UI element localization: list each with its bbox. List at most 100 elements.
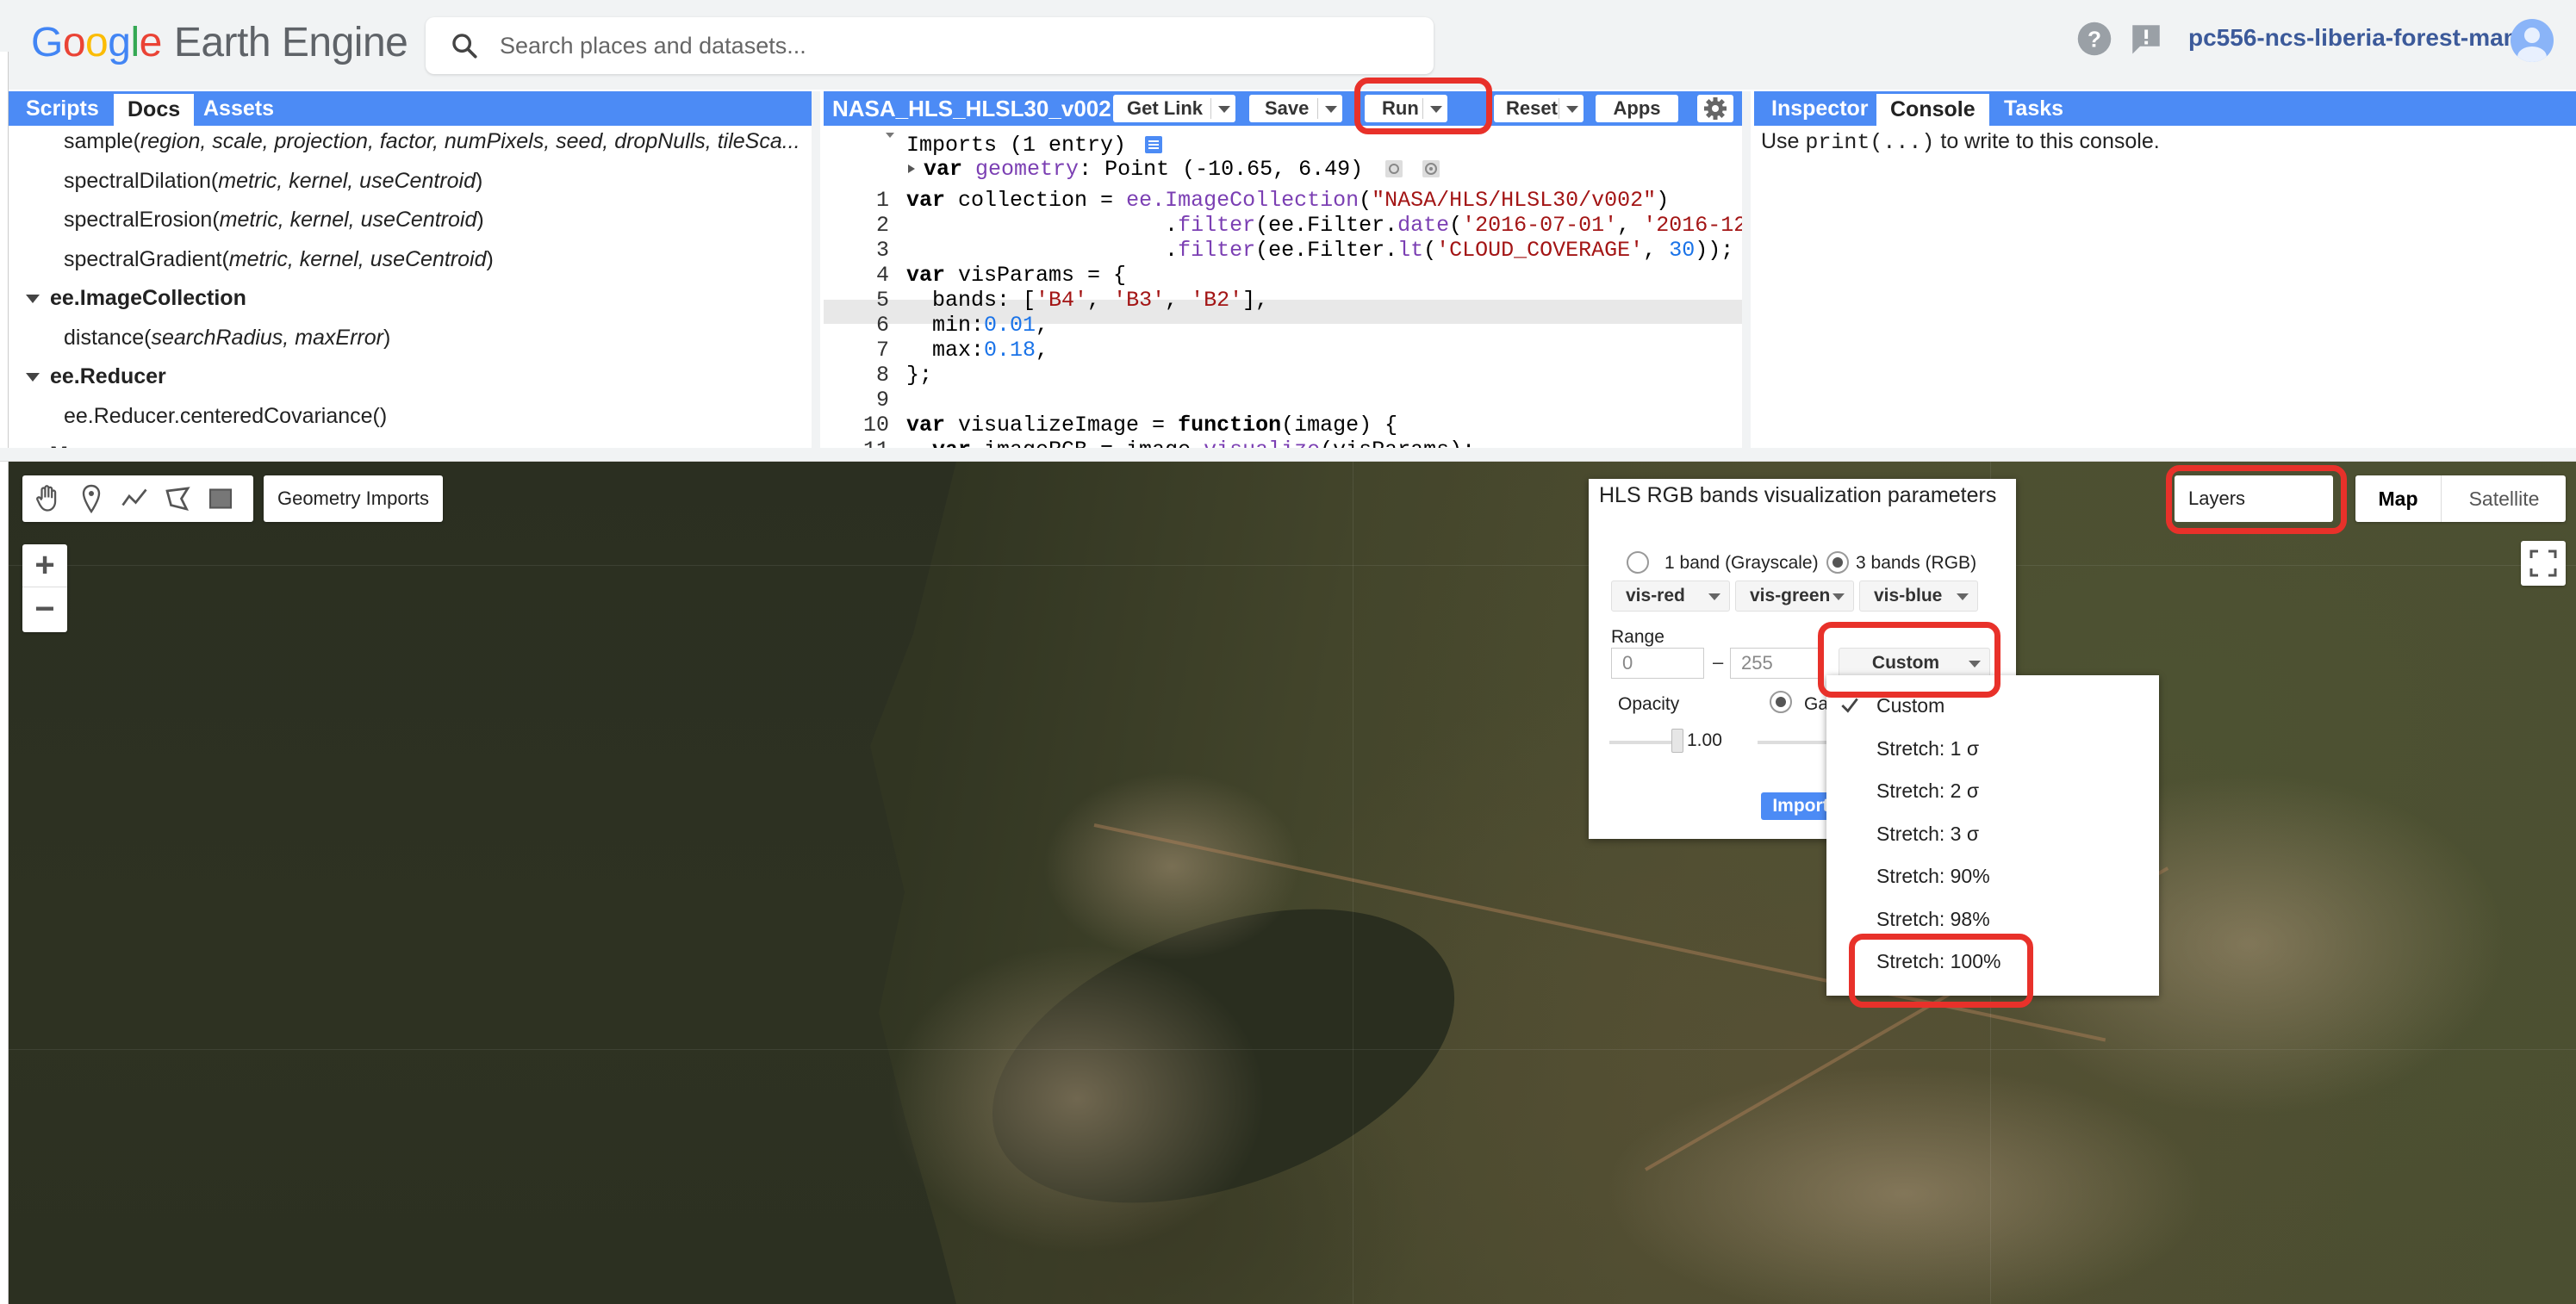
left-panel-tabs: Scripts Docs Assets — [9, 91, 812, 126]
get-link-button[interactable]: Get Link — [1113, 95, 1235, 122]
polygon-icon[interactable] — [162, 483, 193, 514]
zoom-in-button[interactable]: + — [22, 544, 67, 587]
docs-section-header[interactable]: ee.ImageCollection — [26, 286, 246, 311]
earth-engine-logo[interactable]: Google Earth Engine — [31, 17, 408, 69]
collapse-arrow-icon[interactable] — [884, 129, 896, 141]
range-option[interactable]: Stretch: 3 σ — [1826, 812, 2159, 855]
zoom-out-button[interactable]: − — [22, 588, 67, 631]
code-line-8[interactable]: }; — [906, 363, 932, 388]
marker-icon[interactable] — [76, 483, 107, 514]
rectangle-icon[interactable] — [205, 483, 236, 514]
range-option[interactable]: Stretch: 90% — [1826, 854, 2159, 897]
grayscale-radio[interactable] — [1627, 551, 1649, 574]
hand-icon[interactable] — [33, 483, 64, 514]
get-link-label: Get Link — [1127, 97, 1204, 119]
imports-header[interactable]: Imports (1 entry) — [906, 133, 1163, 158]
rgb-radio[interactable] — [1826, 551, 1849, 574]
docs-method-item[interactable]: spectralErosion(metric, kernel, useCentr… — [64, 208, 484, 233]
code-line-7[interactable]: max:0.18, — [906, 338, 1048, 363]
geometry-imports-button[interactable]: Geometry Imports — [264, 475, 443, 522]
opacity-slider-thumb[interactable] — [1671, 729, 1683, 753]
docs-method-item[interactable]: sample(region, scale, projection, factor… — [64, 129, 800, 154]
chevron-down-icon[interactable] — [1430, 106, 1442, 113]
save-label: Save — [1265, 97, 1310, 119]
range-option[interactable]: Custom — [1826, 684, 2159, 727]
line-icon[interactable] — [119, 483, 150, 514]
range-max-input[interactable]: 255 — [1730, 648, 1823, 679]
chevron-down-icon[interactable] — [1218, 106, 1230, 113]
gamma-label: Ga — [1804, 694, 1829, 714]
logo-product-text: Earth Engine — [173, 20, 408, 65]
imports-list-icon[interactable] — [1144, 135, 1163, 154]
avatar[interactable] — [2511, 19, 2554, 62]
gamma-slider-track[interactable] — [1758, 741, 1826, 744]
tab-tasks[interactable]: Tasks — [1990, 91, 2077, 126]
range-mode-select[interactable]: Custom — [1839, 648, 1990, 679]
range-option[interactable]: Stretch: 98% — [1826, 897, 2159, 941]
geometry-settings-icon[interactable] — [1384, 159, 1403, 178]
band-blue-select[interactable]: vis-blue — [1859, 581, 1978, 612]
code-line-5[interactable]: bands: ['B4', 'B3', 'B2'], — [906, 288, 1268, 313]
reset-label: Reset — [1506, 97, 1558, 119]
tab-assets[interactable]: Assets — [190, 91, 288, 126]
expand-arrow-icon[interactable] — [906, 163, 917, 175]
search-box[interactable] — [426, 17, 1434, 74]
map-type-map-button[interactable]: Map — [2355, 475, 2442, 522]
save-button[interactable]: Save — [1249, 95, 1342, 122]
vis-dialog-title: HLS RGB bands visualization parameters — [1599, 483, 1997, 507]
geometry-import-line[interactable]: var geometry: Point (-10.65, 6.49) — [906, 157, 1440, 182]
code-line-3[interactable]: .filter(ee.Filter.lt('CLOUD_COVERAGE', 3… — [906, 238, 1733, 263]
band-green-select[interactable]: vis-green — [1735, 581, 1854, 612]
tab-docs[interactable]: Docs — [114, 91, 195, 126]
right-splitter[interactable] — [1742, 91, 1751, 448]
gear-icon — [1704, 97, 1727, 120]
docs-section-header[interactable]: ee.Reducer — [26, 364, 166, 389]
code-editor[interactable]: Imports (1 entry) var geometry: Point (-… — [824, 129, 1742, 448]
docs-method-item[interactable]: ee.Reducer.centeredCovariance() — [64, 404, 387, 429]
range-option[interactable]: Stretch: 100% — [1826, 940, 2159, 983]
help-icon[interactable]: ? — [2076, 21, 2112, 57]
tab-console[interactable]: Console — [1876, 91, 1989, 126]
range-option-label: Stretch: 90% — [1876, 865, 1990, 887]
settings-button[interactable] — [1697, 95, 1733, 122]
code-line-11[interactable]: var imageRGB = image.visualize(visParams… — [906, 438, 1475, 448]
project-name[interactable]: pc556-ncs-liberia-forest-mang — [2188, 24, 2533, 52]
fullscreen-button[interactable] — [2521, 541, 2566, 586]
feedback-icon[interactable] — [2128, 21, 2164, 57]
range-option[interactable]: Stretch: 1 σ — [1826, 727, 2159, 770]
docs-method-item[interactable]: spectralDilation(metric, kernel, useCent… — [64, 169, 482, 194]
code-line-2[interactable]: .filter(ee.Filter.date('2016-07-01', '20… — [906, 213, 1742, 238]
map-canvas[interactable]: Geometry Imports + − Layers Map Satellit… — [9, 462, 2576, 1304]
range-option[interactable]: Stretch: 2 σ — [1826, 769, 2159, 812]
code-line-1[interactable]: var collection = ee.ImageCollection("NAS… — [906, 188, 1669, 213]
range-min-input[interactable]: 0 — [1611, 648, 1704, 679]
expand-arrow-icon[interactable] — [26, 373, 40, 382]
expand-arrow-icon[interactable] — [26, 295, 40, 304]
chevron-down-icon[interactable] — [1566, 106, 1578, 113]
chevron-down-icon[interactable] — [1325, 106, 1337, 113]
run-button[interactable]: Run — [1365, 95, 1447, 122]
opacity-label: Opacity — [1618, 694, 1680, 714]
apps-button[interactable]: Apps — [1596, 95, 1678, 122]
map-splitter[interactable] — [0, 448, 2576, 462]
top-bar: GoogleEarth Engine ? pc556-ncs-liberia-f… — [0, 0, 2576, 90]
band-red-select[interactable]: vis-red — [1611, 581, 1730, 612]
code-line-4[interactable]: var visParams = { — [906, 263, 1126, 288]
docs-method-item[interactable]: spectralGradient(metric, kernel, useCent… — [64, 247, 494, 272]
zoom-control: + − — [22, 544, 67, 632]
left-splitter[interactable] — [812, 91, 820, 448]
search-input[interactable] — [500, 28, 1413, 64]
layers-button[interactable]: Layers — [2175, 475, 2333, 522]
code-line-6[interactable]: min:0.01, — [906, 313, 1048, 338]
geometry-delete-icon[interactable] — [1422, 159, 1440, 178]
code-line-10[interactable]: var visualizeImage = function(image) { — [906, 413, 1397, 438]
line-number: 2 — [875, 213, 889, 238]
city-area — [887, 944, 1266, 1254]
tab-scripts[interactable]: Scripts — [12, 91, 113, 126]
map-type-satellite-button[interactable]: Satellite — [2442, 475, 2566, 522]
tab-inspector[interactable]: Inspector — [1758, 91, 1882, 126]
script-name[interactable]: NASA_HLS_HLSL30_v002 * — [832, 91, 1126, 126]
reset-button[interactable]: Reset — [1494, 95, 1584, 122]
gamma-radio[interactable] — [1770, 691, 1792, 713]
docs-method-item[interactable]: distance(searchRadius, maxError) — [64, 326, 390, 351]
